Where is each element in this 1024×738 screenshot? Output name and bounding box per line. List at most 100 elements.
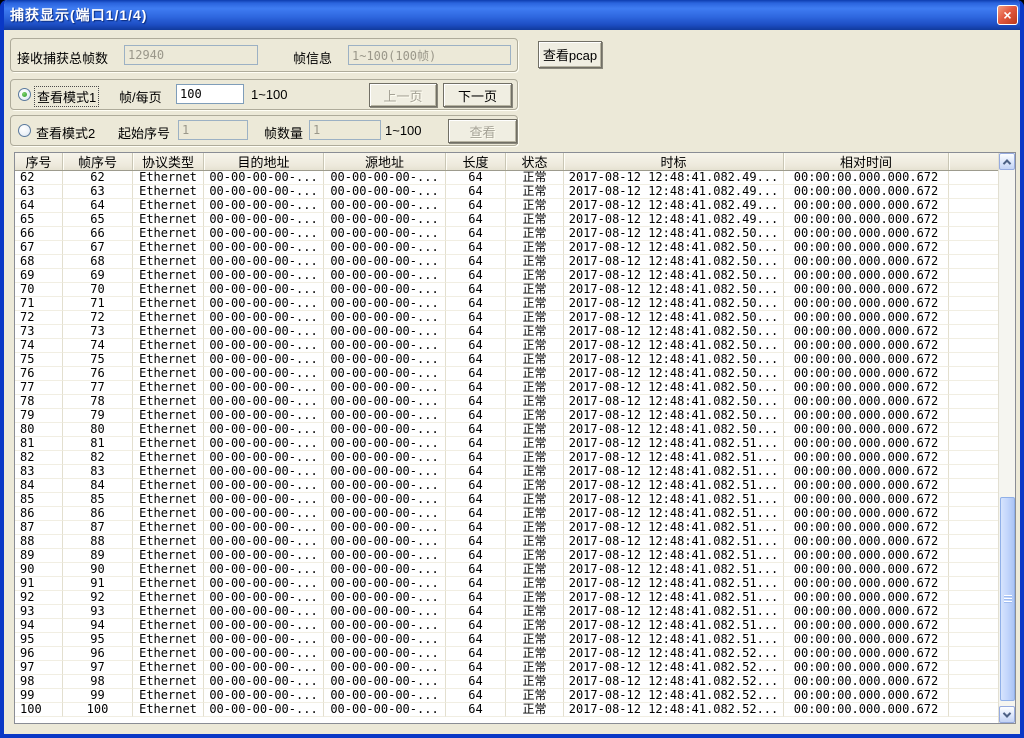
table-row[interactable]: 6666Ethernet00-00-00-00-...00-00-00-00-.… [15, 227, 998, 241]
cell-dest-address: 00-00-00-00-... [204, 633, 324, 647]
table-row[interactable]: 9090Ethernet00-00-00-00-...00-00-00-00-.… [15, 563, 998, 577]
cell-filler [949, 409, 998, 423]
table-row[interactable]: 8282Ethernet00-00-00-00-...00-00-00-00-.… [15, 451, 998, 465]
table-row[interactable]: 7777Ethernet00-00-00-00-...00-00-00-00-.… [15, 381, 998, 395]
cell-status: 正常 [506, 339, 564, 353]
header-filler[interactable] [949, 153, 998, 170]
header-cell-dest-address[interactable]: 目的地址 [204, 153, 324, 170]
mode2-radio-label[interactable]: 查看模式2 [36, 123, 95, 142]
table-row[interactable]: 8787Ethernet00-00-00-00-...00-00-00-00-.… [15, 521, 998, 535]
table-row[interactable]: 6969Ethernet00-00-00-00-...00-00-00-00-.… [15, 269, 998, 283]
table-row[interactable]: 100100Ethernet00-00-00-00-...00-00-00-00… [15, 703, 998, 717]
cell-relative-time: 00:00:00.000.000.672 [784, 171, 949, 185]
table-row[interactable]: 9797Ethernet00-00-00-00-...00-00-00-00-.… [15, 661, 998, 675]
table-row[interactable]: 7979Ethernet00-00-00-00-...00-00-00-00-.… [15, 409, 998, 423]
table-row[interactable]: 6767Ethernet00-00-00-00-...00-00-00-00-.… [15, 241, 998, 255]
header-cell-relative-time[interactable]: 相对时间 [784, 153, 949, 170]
cell-length: 64 [446, 381, 506, 395]
prev-page-button[interactable]: 上一页 [369, 83, 437, 107]
mode1-radio-label[interactable]: 查看模式1 [34, 86, 99, 107]
cell-index: 85 [15, 493, 63, 507]
header-cell-index[interactable]: 序号 [15, 153, 63, 170]
view-button[interactable]: 查看 [448, 119, 517, 143]
table-row[interactable]: 9191Ethernet00-00-00-00-...00-00-00-00-.… [15, 577, 998, 591]
cell-filler [949, 241, 998, 255]
table-row[interactable]: 7878Ethernet00-00-00-00-...00-00-00-00-.… [15, 395, 998, 409]
cell-dest-address: 00-00-00-00-... [204, 367, 324, 381]
table-row[interactable]: 7575Ethernet00-00-00-00-...00-00-00-00-.… [15, 353, 998, 367]
cell-timestamp: 2017-08-12 12:48:41.082.50... [564, 367, 784, 381]
table-row[interactable]: 8888Ethernet00-00-00-00-...00-00-00-00-.… [15, 535, 998, 549]
cell-frame-index: 85 [63, 493, 133, 507]
table-row[interactable]: 9494Ethernet00-00-00-00-...00-00-00-00-.… [15, 619, 998, 633]
cell-index: 68 [15, 255, 63, 269]
frame-info-field[interactable] [348, 45, 511, 65]
total-frames-field[interactable] [124, 45, 258, 65]
cell-filler [949, 689, 998, 703]
cell-frame-index: 77 [63, 381, 133, 395]
scrollbar-thumb[interactable] [1000, 497, 1015, 701]
cell-src-address: 00-00-00-00-... [324, 479, 446, 493]
cell-filler [949, 367, 998, 381]
header-cell-frame-index[interactable]: 帧序号 [63, 153, 133, 170]
table-row[interactable]: 6868Ethernet00-00-00-00-...00-00-00-00-.… [15, 255, 998, 269]
table-row[interactable]: 8181Ethernet00-00-00-00-...00-00-00-00-.… [15, 437, 998, 451]
cell-timestamp: 2017-08-12 12:48:41.082.51... [564, 549, 784, 563]
table-row[interactable]: 8383Ethernet00-00-00-00-...00-00-00-00-.… [15, 465, 998, 479]
title-bar[interactable]: 捕获显示(端口1/1/4) × [0, 0, 1024, 30]
scrollbar-track[interactable] [999, 170, 1015, 706]
cell-length: 64 [446, 409, 506, 423]
table-row[interactable]: 7676Ethernet00-00-00-00-...00-00-00-00-.… [15, 367, 998, 381]
header-cell-protocol[interactable]: 协议类型 [133, 153, 204, 170]
table-row[interactable]: 7171Ethernet00-00-00-00-...00-00-00-00-.… [15, 297, 998, 311]
cell-src-address: 00-00-00-00-... [324, 577, 446, 591]
next-page-button[interactable]: 下一页 [443, 83, 512, 107]
table-row[interactable]: 8686Ethernet00-00-00-00-...00-00-00-00-.… [15, 507, 998, 521]
table-row[interactable]: 9292Ethernet00-00-00-00-...00-00-00-00-.… [15, 591, 998, 605]
cell-dest-address: 00-00-00-00-... [204, 283, 324, 297]
table-row[interactable]: 9696Ethernet00-00-00-00-...00-00-00-00-.… [15, 647, 998, 661]
table-row[interactable]: 6464Ethernet00-00-00-00-...00-00-00-00-.… [15, 199, 998, 213]
table-row[interactable]: 7373Ethernet00-00-00-00-...00-00-00-00-.… [15, 325, 998, 339]
cell-status: 正常 [506, 409, 564, 423]
table-row[interactable]: 6262Ethernet00-00-00-00-...00-00-00-00-.… [15, 171, 998, 185]
cell-length: 64 [446, 437, 506, 451]
header-cell-timestamp[interactable]: 时标 [564, 153, 784, 170]
mode1-radio[interactable] [18, 88, 31, 101]
table-row[interactable]: 9393Ethernet00-00-00-00-...00-00-00-00-.… [15, 605, 998, 619]
cell-length: 64 [446, 563, 506, 577]
cell-timestamp: 2017-08-12 12:48:41.082.49... [564, 171, 784, 185]
table-row[interactable]: 7070Ethernet00-00-00-00-...00-00-00-00-.… [15, 283, 998, 297]
cell-index: 87 [15, 521, 63, 535]
header-cell-src-address[interactable]: 源地址 [324, 153, 446, 170]
table-row[interactable]: 6565Ethernet00-00-00-00-...00-00-00-00-.… [15, 213, 998, 227]
cell-relative-time: 00:00:00.000.000.672 [784, 311, 949, 325]
mode2-radio[interactable] [18, 124, 31, 137]
table-row[interactable]: 7272Ethernet00-00-00-00-...00-00-00-00-.… [15, 311, 998, 325]
frame-count-input[interactable] [309, 120, 381, 140]
table-header: 序号帧序号协议类型目的地址源地址长度状态时标相对时间 [15, 153, 998, 171]
vertical-scrollbar[interactable] [998, 153, 1015, 723]
header-cell-status[interactable]: 状态 [506, 153, 564, 170]
table-row[interactable]: 8484Ethernet00-00-00-00-...00-00-00-00-.… [15, 479, 998, 493]
header-cell-length[interactable]: 长度 [446, 153, 506, 170]
table-row[interactable]: 8585Ethernet00-00-00-00-...00-00-00-00-.… [15, 493, 998, 507]
cell-dest-address: 00-00-00-00-... [204, 199, 324, 213]
table-row[interactable]: 8080Ethernet00-00-00-00-...00-00-00-00-.… [15, 423, 998, 437]
table-row[interactable]: 9898Ethernet00-00-00-00-...00-00-00-00-.… [15, 675, 998, 689]
frames-per-page-input[interactable] [176, 84, 244, 104]
table-row[interactable]: 8989Ethernet00-00-00-00-...00-00-00-00-.… [15, 549, 998, 563]
table-row[interactable]: 9999Ethernet00-00-00-00-...00-00-00-00-.… [15, 689, 998, 703]
table-row[interactable]: 9595Ethernet00-00-00-00-...00-00-00-00-.… [15, 633, 998, 647]
scroll-down-button[interactable] [999, 706, 1015, 723]
cell-relative-time: 00:00:00.000.000.672 [784, 283, 949, 297]
table-row[interactable]: 7474Ethernet00-00-00-00-...00-00-00-00-.… [15, 339, 998, 353]
table-row[interactable]: 6363Ethernet00-00-00-00-...00-00-00-00-.… [15, 185, 998, 199]
cell-timestamp: 2017-08-12 12:48:41.082.51... [564, 535, 784, 549]
cell-status: 正常 [506, 675, 564, 689]
view-pcap-button[interactable]: 查看pcap [538, 41, 602, 68]
start-index-input[interactable] [178, 120, 248, 140]
close-button[interactable]: × [997, 5, 1018, 25]
cell-filler [949, 185, 998, 199]
scroll-up-button[interactable] [999, 153, 1015, 170]
